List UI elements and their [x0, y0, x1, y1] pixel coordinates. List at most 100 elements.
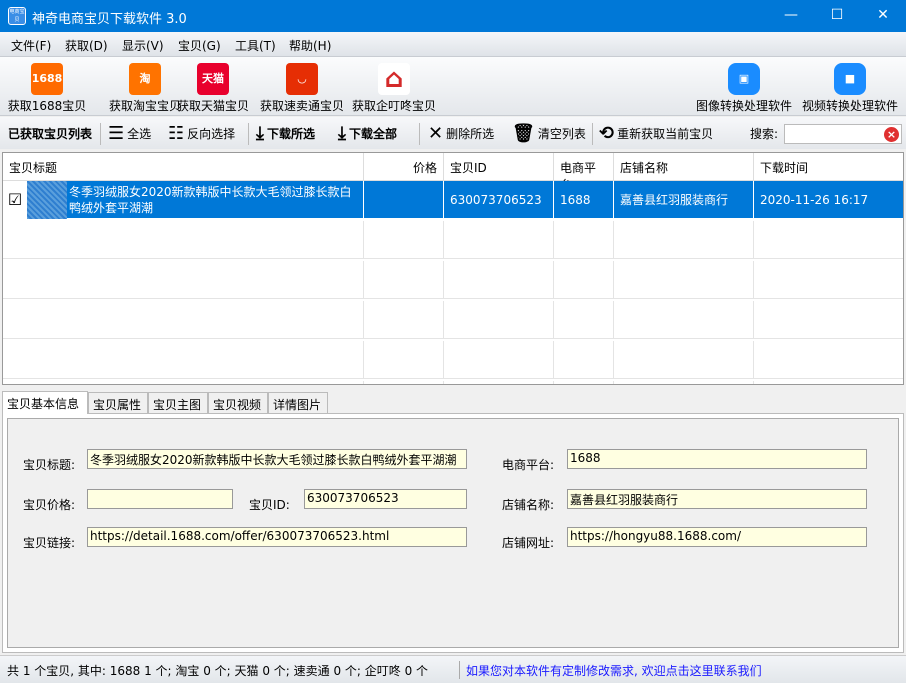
table-cell	[3, 381, 364, 384]
table-cell	[554, 221, 614, 259]
table-cell: ☑ 冬季羽绒服女2020新款韩版中长款大毛领过膝长款白鸭绒外套平湖潮	[3, 180, 364, 219]
toolbar-button-qidingdong[interactable]: ⌂ 获取企叮咚宝贝	[350, 59, 438, 114]
table-cell: 嘉善县红羽服装商行	[614, 181, 754, 219]
menu-tools[interactable]: 工具(T)	[235, 37, 276, 54]
clear-label: 清空列表	[537, 127, 586, 141]
download-selected-button[interactable]: ⤓ 下载所选	[256, 122, 315, 144]
menu-view[interactable]: 显示(V)	[122, 37, 164, 54]
close-button[interactable]: ✕	[860, 0, 906, 32]
menu-fetch[interactable]: 获取(D)	[65, 37, 108, 54]
refetch-button[interactable]: ⟲ 重新获取当前宝贝	[599, 124, 714, 142]
table-cell	[364, 341, 444, 379]
refetch-label: 重新获取当前宝贝	[617, 127, 714, 141]
divider	[459, 661, 460, 679]
thumbnail-image	[27, 180, 67, 219]
divider	[419, 123, 420, 145]
table-cell	[614, 221, 754, 259]
table-cell	[364, 301, 444, 339]
menu-item[interactable]: 宝贝(G)	[178, 37, 221, 54]
toolbar-button-label: 图像转换处理软件	[695, 99, 792, 113]
table-row[interactable]: ☑ 冬季羽绒服女2020新款韩版中长款大毛领过膝长款白鸭绒外套平湖潮 6300737…	[3, 180, 903, 219]
column-header[interactable]: 宝贝ID	[444, 153, 554, 181]
delete-icon: ✕	[428, 122, 444, 144]
table-cell	[3, 301, 364, 339]
delete-label: 删除所选	[446, 127, 495, 141]
window-title: 神奇电商宝贝下载软件 3.0	[32, 12, 187, 27]
toolbar-button-label: 获取1688宝贝	[7, 99, 87, 113]
column-header[interactable]: 价格	[364, 153, 444, 181]
clear-search-icon[interactable]: ×	[884, 127, 899, 142]
menu-help[interactable]: 帮助(H)	[289, 37, 331, 54]
table-cell	[754, 221, 903, 259]
link-field[interactable]: https://detail.1688.com/offer/6300737065…	[87, 527, 467, 547]
shop-url-label: 店铺网址:	[502, 536, 555, 550]
table-cell	[3, 341, 364, 379]
table-cell: 2020-11-26 16:17	[754, 181, 903, 219]
toolbar-button-1688[interactable]: 1688 获取1688宝贝	[4, 59, 90, 114]
table-cell	[614, 301, 754, 339]
tab-0[interactable]: 宝贝基本信息	[2, 391, 88, 414]
table-cell	[754, 261, 903, 299]
price-field[interactable]	[87, 489, 233, 509]
tab-3[interactable]: 宝贝视频	[208, 392, 268, 413]
checklist-icon: ☰	[108, 122, 125, 144]
table-cell	[554, 341, 614, 379]
row-checkbox[interactable]: ☑	[3, 180, 27, 219]
clear-list-button[interactable]: 🗑 清空列表	[512, 124, 586, 142]
toolbar-button-tmall[interactable]: 天猫 获取天猫宝贝	[174, 59, 252, 114]
download-icon: ⤓	[256, 122, 264, 144]
menu-file[interactable]: 文件(F)	[11, 37, 51, 54]
select-all-button[interactable]: ☰ 全选	[108, 122, 151, 144]
search-input[interactable]: ×	[784, 124, 902, 144]
invert-selection-button[interactable]: ☷ 反向选择	[168, 122, 235, 144]
toolbar-button-aliexpress[interactable]: ◡ 获取速卖通宝贝	[256, 59, 348, 114]
table-cell	[3, 221, 364, 259]
detail-panel: 宝贝标题: 冬季羽绒服女2020新款韩版中长款大毛领过膝长款白鸭绒外套平湖潮 宝…	[2, 413, 904, 653]
column-header[interactable]: 电商平台	[554, 153, 614, 192]
item-list[interactable]: 宝贝标题价格宝贝ID电商平台店铺名称下载时间 ☑ 冬季羽绒服女2020新款韩版中长款…	[2, 152, 904, 385]
divider	[100, 123, 101, 145]
status-summary: 共 1 个宝贝, 其中: 1688 1 个; 淘宝 0 个; 天猫 0 个; 速…	[7, 664, 429, 678]
search-label: 搜索:	[750, 127, 779, 141]
table-cell	[554, 301, 614, 339]
platform-field[interactable]: 1688	[567, 449, 867, 469]
column-header[interactable]: 店铺名称	[614, 153, 754, 181]
menu-bar: 文件(F) 获取(D) 显示(V) 宝贝(G) 工具(T) 帮助(H)	[0, 32, 906, 56]
id-field[interactable]: 630073706523	[304, 489, 467, 509]
tab-4[interactable]: 详情图片	[268, 392, 328, 413]
divider	[592, 123, 593, 145]
table-cell	[364, 221, 444, 259]
delete-selected-button[interactable]: ✕ 删除所选	[428, 122, 495, 144]
platform-label: 电商平台:	[502, 458, 555, 472]
shop-label: 店铺名称:	[502, 498, 555, 512]
shop-field[interactable]: 嘉善县红羽服装商行	[567, 489, 867, 509]
minimize-button[interactable]: —	[768, 0, 814, 32]
table-cell	[444, 221, 554, 259]
empty-row	[3, 381, 903, 384]
tab-2[interactable]: 宝贝主图	[148, 392, 208, 413]
title-field[interactable]: 冬季羽绒服女2020新款韩版中长款大毛领过膝长款白鸭绒外套平湖潮	[87, 449, 467, 469]
table-cell	[554, 381, 614, 384]
shop-url-field[interactable]: https://hongyu88.1688.com/	[567, 527, 867, 547]
contact-link[interactable]: 如果您对本软件有定制修改需求, 欢迎点击这里联系我们	[466, 662, 762, 679]
column-header[interactable]: 宝贝标题	[3, 153, 364, 181]
download-all-button[interactable]: ⤓ 下载全部	[338, 124, 397, 142]
video-icon: ■	[834, 63, 866, 95]
list-label: 已获取宝贝列表	[8, 127, 93, 141]
link-label: 宝贝链接:	[23, 536, 76, 550]
maximize-button[interactable]: ☐	[814, 0, 860, 32]
aliexpress-icon: ◡	[286, 63, 318, 95]
table-cell	[364, 381, 444, 384]
main-toolbar: 1688 获取1688宝贝淘获取淘宝宝贝 天猫 获取天猫宝贝 ◡ 获取速卖通宝贝 ⌂ 获取企叮…	[0, 56, 906, 116]
list-icon: ☷	[168, 122, 185, 144]
empty-row	[3, 301, 903, 339]
column-header[interactable]: 下载时间	[754, 153, 903, 181]
id-label: 宝贝ID:	[249, 498, 290, 512]
empty-row	[3, 221, 903, 259]
tab-1[interactable]: 宝贝属性	[88, 392, 148, 413]
toolbar-button-image[interactable]: ▣ 图像转换处理软件	[694, 59, 794, 114]
table-cell	[364, 261, 444, 299]
table-cell	[444, 261, 554, 299]
toolbar-button-video[interactable]: ■ 视频转换处理软件	[800, 59, 900, 114]
table-cell	[444, 341, 554, 379]
